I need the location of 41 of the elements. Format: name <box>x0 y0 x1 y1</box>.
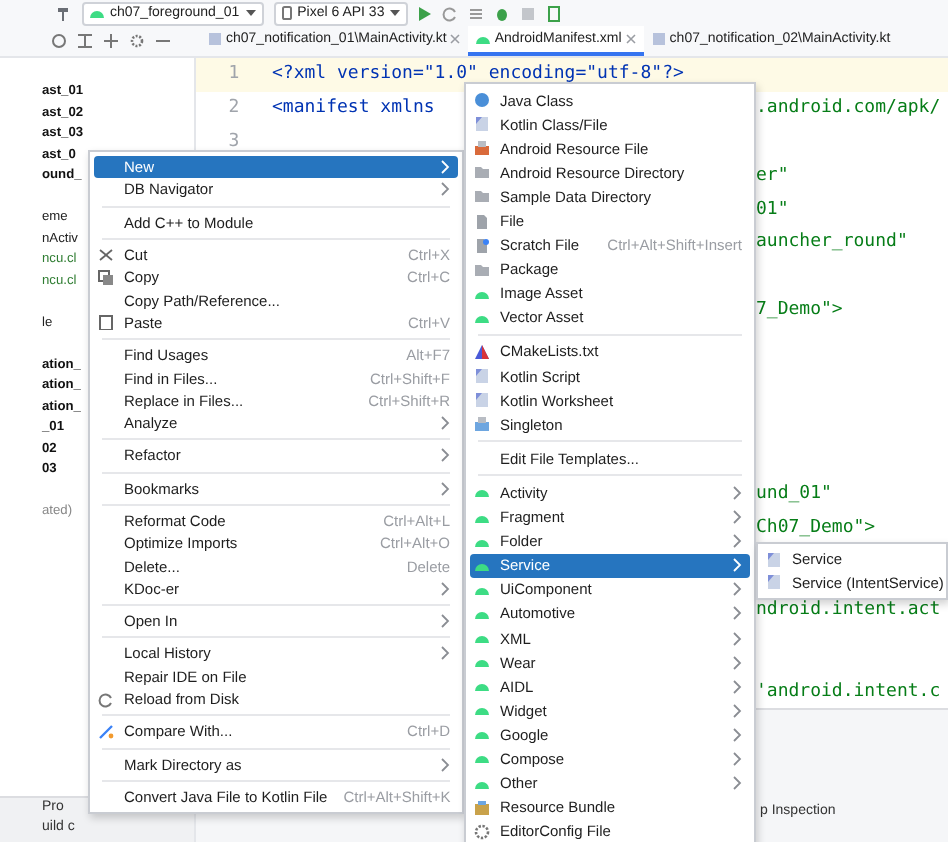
scratch-file-icon <box>474 237 490 254</box>
play-icon[interactable] <box>418 5 433 21</box>
code-text: Ch07_Demo"> <box>756 518 876 538</box>
close-icon[interactable] <box>450 34 461 44</box>
class-icon <box>474 92 490 109</box>
code-text: <manifest xmlns <box>272 98 435 119</box>
caret-icon <box>390 10 401 16</box>
line-number: 3 <box>228 131 240 152</box>
singleton-icon <box>474 416 490 433</box>
code-text: .android.com/apk/ <box>756 98 941 119</box>
expand-icon[interactable] <box>104 34 118 48</box>
code-text: und_01" <box>756 484 832 505</box>
file-icon <box>474 213 490 230</box>
code-text: 7_Demo"> <box>756 299 843 320</box>
code-text: ndroid.intent.act <box>756 599 941 620</box>
close-icon[interactable] <box>625 34 636 44</box>
triangle-icon <box>474 343 490 360</box>
compare-icon <box>98 723 114 740</box>
phone-icon <box>281 6 292 20</box>
code-text: <?xml version="1.0" encoding="utf-8"?> <box>272 64 684 85</box>
bundle-icon <box>474 799 490 816</box>
code-text: er" <box>756 165 789 186</box>
code-text: 01" <box>756 199 789 220</box>
line-number: 1 <box>228 64 240 85</box>
collapse-icon[interactable] <box>78 34 92 48</box>
refresh-icon <box>98 691 114 708</box>
line-number: 2 <box>228 98 240 119</box>
code-text: 'android.intent.c <box>756 681 941 702</box>
settings-icon[interactable] <box>130 34 144 48</box>
copy-icon <box>98 269 114 286</box>
android-icon <box>90 8 104 18</box>
minimize-icon[interactable] <box>156 34 170 48</box>
resource-file-icon <box>474 140 490 157</box>
code-text: auncher_round" <box>756 232 908 253</box>
list-icon[interactable] <box>468 5 485 21</box>
rerun-icon[interactable] <box>442 5 459 21</box>
gear-icon <box>474 823 490 840</box>
caret-icon <box>245 10 256 16</box>
android-icon <box>476 32 491 46</box>
stop-icon[interactable] <box>520 5 537 21</box>
folder-icon <box>474 261 490 278</box>
